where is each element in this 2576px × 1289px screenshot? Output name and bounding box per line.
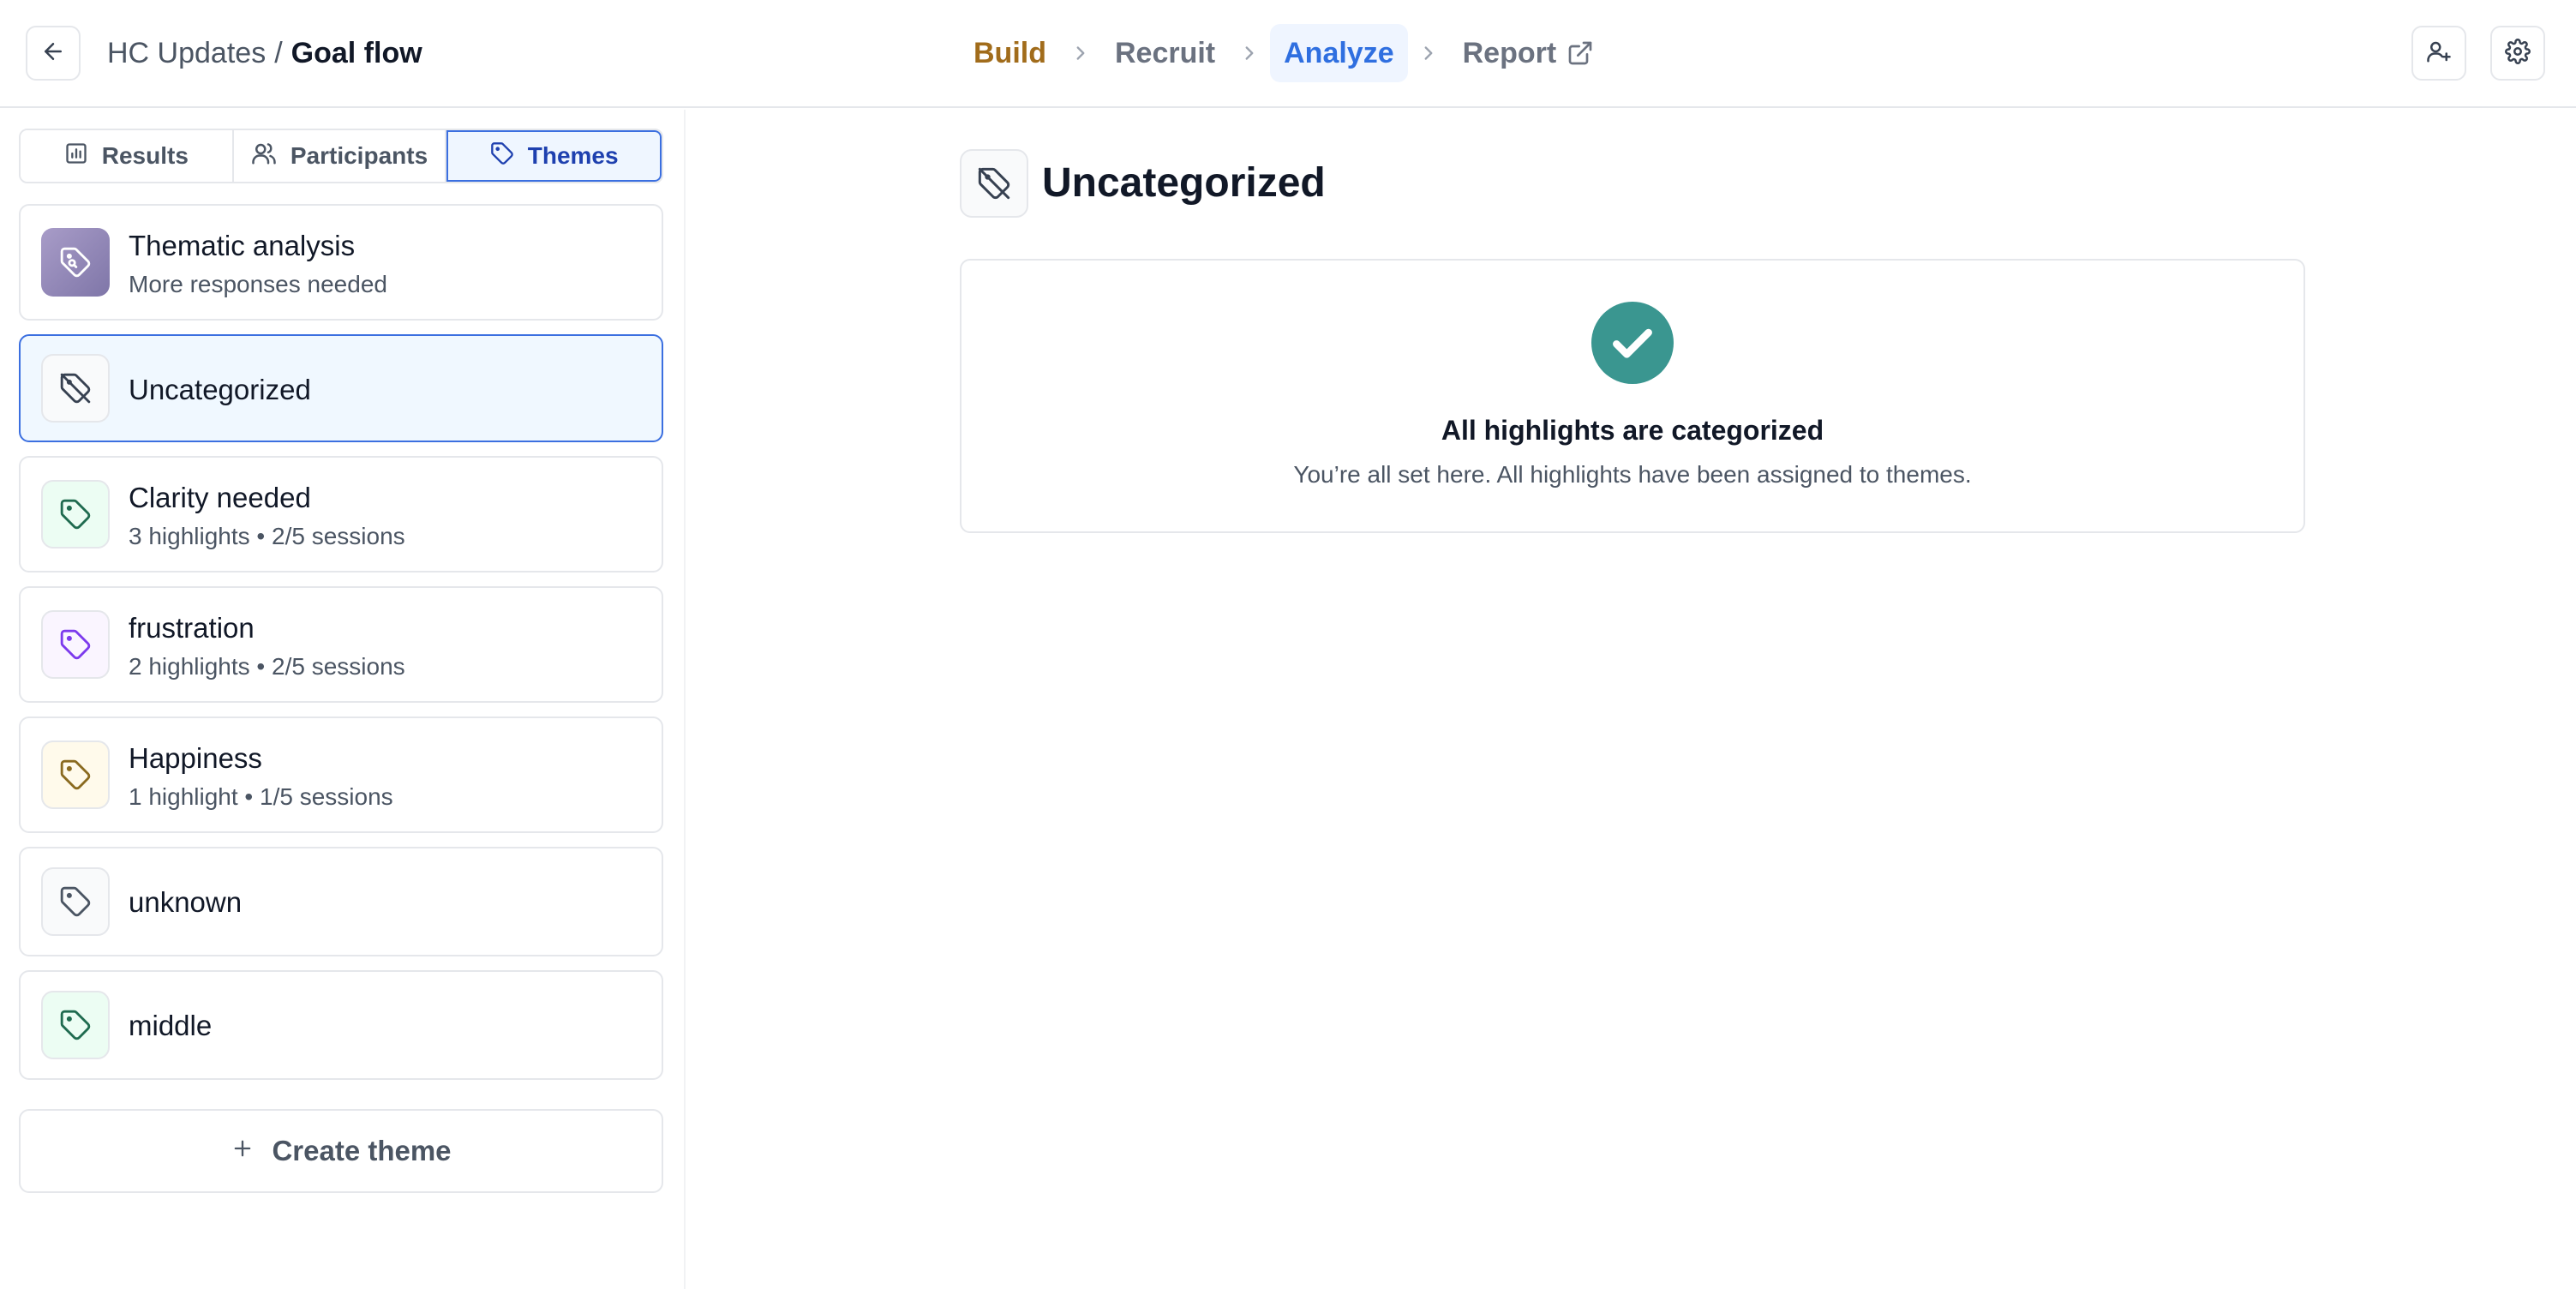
theme-item-title: Thematic analysis [129, 230, 356, 261]
theme-item-thematic-analysis[interactable]: Thematic analysis More responses needed [19, 204, 663, 321]
breadcrumb-current: Goal flow [291, 37, 422, 69]
sidebar-tabs: Results Participants Themes [19, 129, 663, 183]
tag-icon [41, 480, 110, 549]
tag-off-icon [960, 149, 1028, 218]
theme-item-title: frustration [129, 612, 255, 644]
themes-sidebar: Results Participants Themes Thematic ana… [0, 110, 686, 1289]
step-analyze[interactable]: Analyze [1270, 24, 1408, 82]
theme-item-frustration[interactable]: frustration 2 highlights • 2/5 sessions [19, 586, 663, 703]
theme-item-happiness[interactable]: Happiness 1 highlight • 1/5 sessions [19, 716, 663, 833]
gear-icon [2505, 38, 2531, 69]
chevron-right-icon [1408, 24, 1449, 82]
theme-item-unknown[interactable]: unknown [19, 847, 663, 956]
breadcrumb: HC Updates / Goal flow [107, 33, 422, 74]
tab-results-label: Results [101, 142, 189, 169]
users-icon [251, 141, 277, 172]
step-build[interactable]: Build [960, 24, 1060, 82]
tag-off-icon [41, 354, 110, 423]
chevron-right-icon [1060, 24, 1101, 82]
external-link-icon [1567, 39, 1594, 67]
tag-icon [41, 740, 110, 809]
theme-item-title: unknown [129, 886, 243, 918]
step-report[interactable]: Report [1449, 24, 1609, 82]
tab-themes[interactable]: Themes [446, 130, 662, 182]
theme-item-subtitle: 3 highlights • 2/5 sessions [129, 523, 405, 549]
breadcrumb-parent[interactable]: HC Updates [107, 37, 266, 69]
arrow-left-icon [40, 39, 66, 69]
workflow-steps: Build Recruit Analyze Report [960, 24, 1608, 82]
settings-button[interactable] [2490, 26, 2545, 81]
empty-state-title: All highlights are categorized [1441, 415, 1824, 446]
tab-participants-label: Participants [290, 142, 428, 169]
theme-item-title: Happiness [129, 742, 262, 774]
empty-state-subtitle: You’re all set here. All highlights have… [1293, 461, 1972, 488]
tag-icon [41, 867, 110, 936]
theme-item-title: middle [129, 1010, 213, 1041]
bar-chart-icon [64, 141, 88, 171]
theme-item-middle[interactable]: middle [19, 970, 663, 1080]
tag-icon [490, 141, 514, 171]
theme-item-subtitle: 1 highlight • 1/5 sessions [129, 783, 393, 810]
theme-item-title: Uncategorized [129, 374, 311, 405]
top-bar: HC Updates / Goal flow Build Recruit Analy… [0, 0, 2576, 108]
invite-user-button[interactable] [2411, 26, 2466, 81]
theme-item-title: Clarity needed [129, 482, 311, 513]
theme-item-clarity-needed[interactable]: Clarity needed 3 highlights • 2/5 sessio… [19, 456, 663, 573]
tab-participants[interactable]: Participants [233, 130, 447, 182]
theme-item-uncategorized[interactable]: Uncategorized [19, 334, 663, 442]
check-circle-icon [1591, 302, 1674, 384]
theme-item-subtitle: More responses needed [129, 271, 387, 297]
page-title: Uncategorized [1042, 160, 1326, 206]
breadcrumb-separator: / [274, 37, 283, 69]
tab-results[interactable]: Results [21, 130, 234, 182]
back-button[interactable] [26, 26, 81, 81]
plus-icon [231, 1135, 255, 1167]
create-theme-button[interactable]: Create theme [19, 1109, 663, 1193]
step-recruit[interactable]: Recruit [1101, 24, 1229, 82]
tab-themes-label: Themes [527, 142, 619, 169]
empty-state-panel: All highlights are categorized You’re al… [960, 259, 2305, 533]
create-theme-label: Create theme [272, 1135, 452, 1166]
tag-search-icon [41, 228, 110, 297]
user-plus-icon [2426, 39, 2452, 69]
step-report-label: Report [1462, 37, 1557, 69]
tag-icon [41, 610, 110, 679]
theme-item-subtitle: 2 highlights • 2/5 sessions [129, 653, 405, 680]
chevron-right-icon [1229, 24, 1270, 82]
tag-icon [41, 991, 110, 1059]
